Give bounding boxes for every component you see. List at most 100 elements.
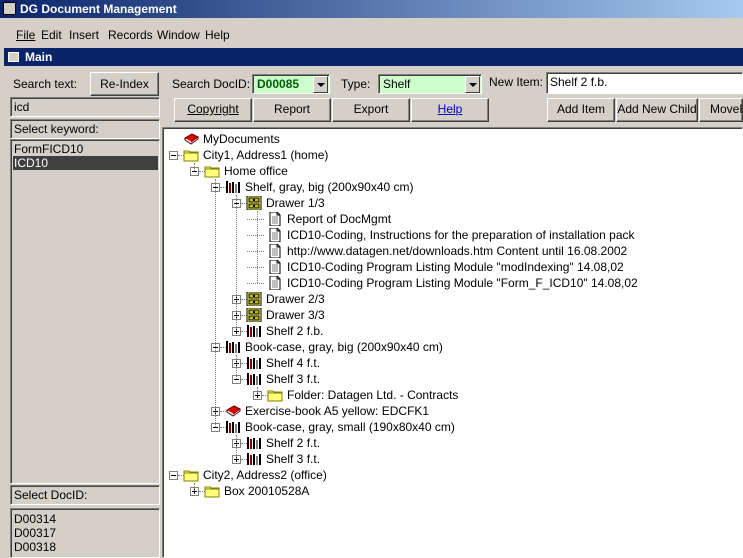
app-title: DG Document Management	[20, 2, 177, 16]
folder-icon	[267, 388, 283, 402]
tree-node[interactable]: ICD10-Coding Program Listing Module "For…	[287, 275, 638, 291]
export-button[interactable]: Export	[332, 98, 410, 122]
search-docid-label: Search DocID:	[172, 77, 251, 91]
folder-icon	[204, 164, 220, 178]
tree-node[interactable]: Report of DocMgmt	[287, 211, 391, 227]
reindex-button[interactable]: Re-Index	[90, 72, 159, 96]
tree-node[interactable]: Book-case, gray, big (200x90x40 cm)	[245, 339, 443, 355]
tree-connector	[194, 163, 195, 171]
tree-node[interactable]: ICD10-Coding Program Listing Module "mod…	[287, 259, 624, 275]
select-docid-label-box: Select DocID:	[10, 485, 160, 505]
docid-combo[interactable]: D00085	[252, 74, 330, 94]
document-tree[interactable]: MyDocuments City1, Address1 (home) Home of…	[162, 127, 743, 558]
tree-node[interactable]: Shelf, gray, big (200x90x40 cm)	[245, 179, 414, 195]
docid-item[interactable]: D00314	[13, 512, 56, 526]
docid-dropdown-button[interactable]	[313, 76, 328, 93]
search-text-label: Search text:	[13, 77, 78, 91]
keyword-list[interactable]: FormFICD10 ICD10	[10, 139, 160, 484]
menu-bar: File Edit Insert Records Window Help	[0, 20, 743, 42]
type-combo[interactable]: Shelf	[378, 74, 482, 94]
collapse-toggle[interactable]	[169, 151, 178, 160]
reindex-button-label: Re-Index	[100, 77, 149, 91]
tree-connector	[194, 483, 195, 491]
tree-node[interactable]: ICD10-Coding, Instructions for the prepa…	[287, 227, 635, 243]
form-icon	[8, 52, 19, 62]
drawer-icon	[246, 307, 262, 323]
type-dropdown-button[interactable]	[465, 76, 480, 93]
tree-connector	[257, 211, 258, 283]
doc-icon	[267, 211, 283, 227]
help-button[interactable]: Help	[411, 98, 489, 122]
menu-help-label: Help	[205, 28, 230, 42]
help-button-label: Help	[437, 102, 463, 116]
shelf-icon	[225, 340, 241, 354]
tree-connector	[247, 219, 264, 220]
tree-node[interactable]: Book-case, gray, small (190x80x40 cm)	[245, 419, 455, 435]
export-button-label: Export	[353, 102, 389, 116]
tree-node[interactable]: http://www.datagen.net/downloads.htm Con…	[287, 243, 627, 259]
shelf-icon	[246, 324, 262, 338]
tree-node[interactable]: Shelf 2 f.b.	[266, 323, 323, 339]
tree-node[interactable]: Home office	[224, 163, 288, 179]
tree-node[interactable]: Drawer 1/3	[266, 195, 325, 211]
menu-edit-label: Edit	[41, 28, 62, 42]
folder-icon	[183, 148, 199, 162]
copyright-button-label: Copyright	[187, 102, 239, 116]
tree-connector	[247, 283, 264, 284]
tree-node[interactable]: City2, Address2 (office)	[203, 467, 327, 483]
tree-node[interactable]: Shelf 3 f.t.	[266, 371, 320, 387]
report-button[interactable]: Report	[253, 98, 331, 122]
doc-icon	[267, 227, 283, 243]
main-window-title-bar: Main	[4, 48, 743, 66]
shelf-icon	[246, 356, 262, 370]
docid-combo-value: D00085	[257, 77, 300, 91]
tree-node[interactable]: Shelf 3 f.t.	[266, 451, 320, 467]
add-new-child-button[interactable]: Add New Child	[616, 98, 698, 122]
docid-item[interactable]: D00318	[13, 540, 56, 554]
tree-connector	[236, 195, 237, 331]
book-icon	[183, 132, 199, 146]
new-item-input[interactable]: Shelf 2 f.b.	[546, 72, 743, 94]
move-button[interactable]: MoveF	[699, 98, 743, 122]
shelf-icon	[246, 436, 262, 450]
keyword-item-selected[interactable]: ICD10	[13, 156, 158, 170]
select-keyword-label-box: Select keyword:	[10, 119, 160, 139]
main-window-title: Main	[25, 50, 53, 64]
shelf-icon	[246, 372, 262, 386]
menu-file-label: File	[16, 28, 36, 42]
new-item-label: New Item:	[489, 75, 544, 89]
docid-item[interactable]: D00317	[13, 526, 56, 540]
tree-node[interactable]: MyDocuments	[203, 131, 280, 147]
search-text-value: icd	[14, 100, 30, 114]
menu-window-label: Window	[157, 28, 200, 42]
drawer-icon	[246, 291, 262, 307]
tree-connector	[247, 235, 264, 236]
tree-node[interactable]: Exercise-book A5 yellow: EDCFK1	[245, 403, 429, 419]
shelf-icon	[225, 180, 241, 194]
tree-connector	[236, 355, 237, 379]
tree-node[interactable]: City1, Address1 (home)	[203, 147, 328, 163]
add-item-button[interactable]: Add Item	[547, 98, 615, 122]
doc-icon	[267, 243, 283, 259]
tree-node[interactable]: Shelf 2 f.t.	[266, 435, 320, 451]
select-keyword-label: Select keyword:	[14, 122, 99, 136]
keyword-item[interactable]: FormFICD10	[13, 142, 158, 156]
book-icon	[225, 404, 241, 418]
copyright-button[interactable]: Copyright	[174, 98, 252, 122]
docid-list[interactable]: D00314 D00317 D00318	[10, 508, 160, 558]
tree-node[interactable]: Drawer 2/3	[266, 291, 325, 307]
collapse-toggle[interactable]	[169, 471, 178, 480]
type-combo-value: Shelf	[383, 77, 411, 91]
type-label: Type:	[341, 77, 371, 91]
shelf-icon	[225, 420, 241, 434]
folder-icon	[204, 484, 220, 498]
tree-connector	[215, 179, 216, 427]
tree-node[interactable]: Box 20010528A	[224, 483, 309, 499]
tree-node[interactable]: Folder: Datagen Ltd. - Contracts	[287, 387, 458, 403]
search-text-input[interactable]: icd	[10, 97, 160, 117]
tree-connector	[247, 251, 264, 252]
tree-node[interactable]: Shelf 4 f.t.	[266, 355, 320, 371]
tree-node[interactable]: Drawer 3/3	[266, 307, 325, 323]
tree-connector	[257, 387, 258, 395]
app-icon	[3, 2, 16, 15]
